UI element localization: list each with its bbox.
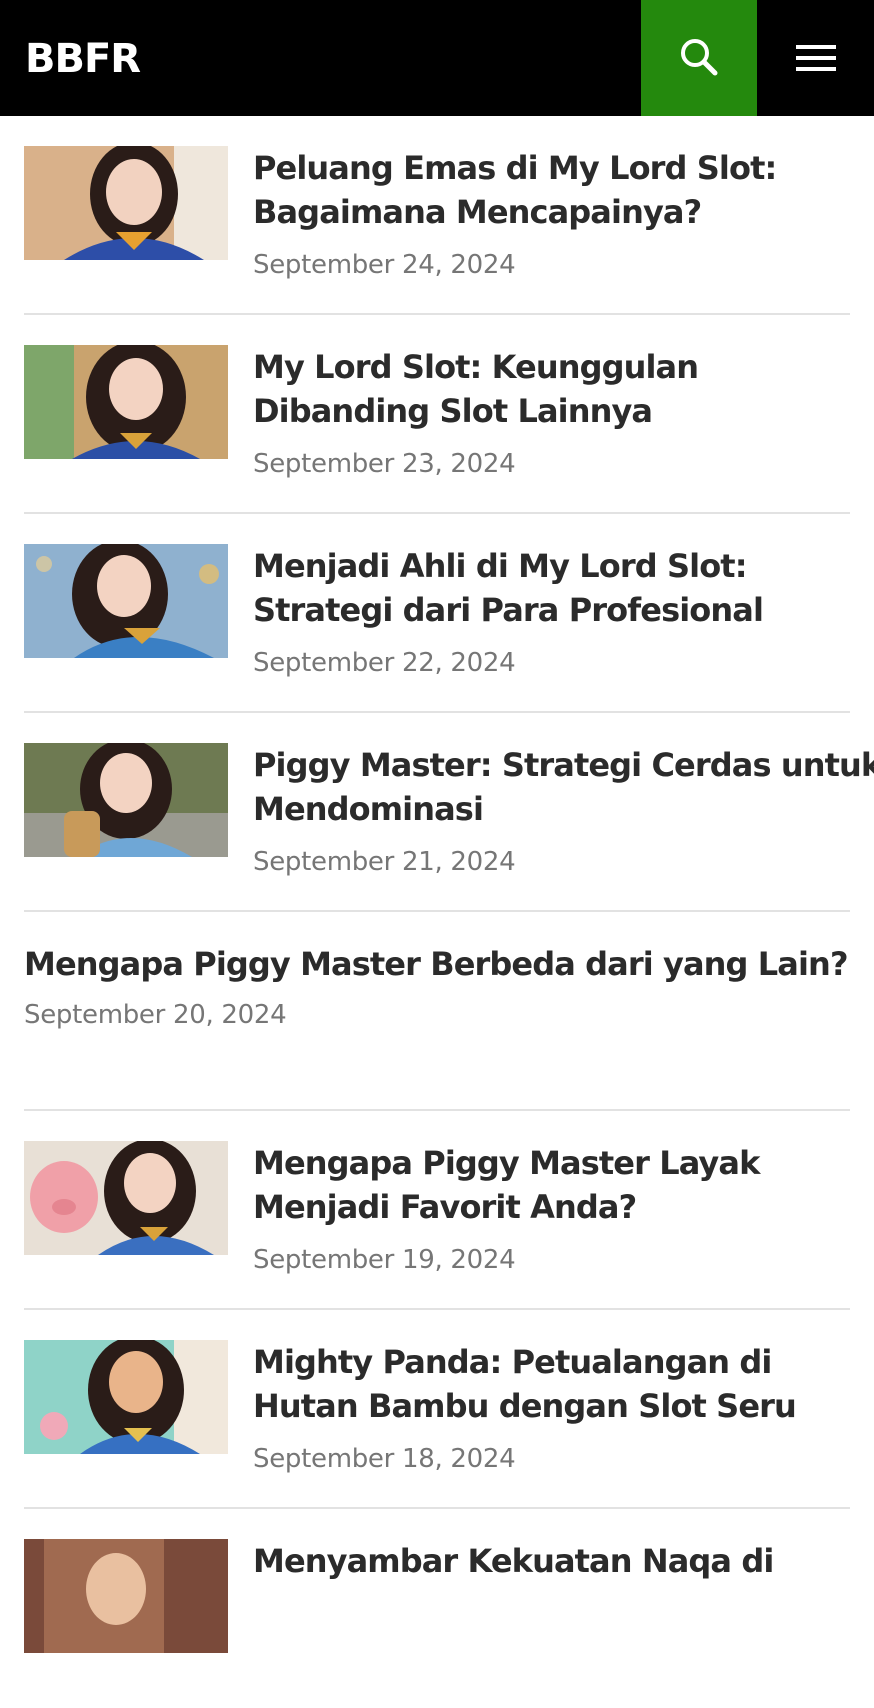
post-title-line-1: Piggy Master: Strategi Cerdas untuk <box>253 746 874 784</box>
post-date[interactable]: September 24, 2024 <box>253 248 516 282</box>
post-thumbnail[interactable] <box>24 345 228 459</box>
post-item: Mengapa Piggy Master Berbeda dari yang L… <box>24 912 850 1111</box>
post-title[interactable]: Mengapa Piggy Master Berbeda dari yang L… <box>24 942 849 986</box>
thumbnail-image <box>24 1539 228 1653</box>
thumbnail-image <box>24 544 228 658</box>
post-item: Menyambar Kekuatan Naqa di <box>24 1509 850 1708</box>
post-title[interactable]: Menjadi Ahli di My Lord Slot: Strategi d… <box>253 544 853 632</box>
thumbnail-image <box>24 1340 228 1454</box>
post-date[interactable]: September 20, 2024 <box>24 998 287 1032</box>
menu-toggle-button[interactable] <box>757 0 874 116</box>
post-title-line-1: My Lord Slot: Keunggulan <box>253 348 699 386</box>
post-date[interactable]: September 18, 2024 <box>253 1442 516 1476</box>
post-thumbnail[interactable] <box>24 146 228 260</box>
post-item: Mighty Panda: Petualangan di Hutan Bambu… <box>24 1310 850 1509</box>
post-title[interactable]: Mighty Panda: Petualangan di Hutan Bambu… <box>253 1340 853 1428</box>
post-item: My Lord Slot: Keunggulan Dibanding Slot … <box>24 315 850 514</box>
post-title-line-1: Mengapa Piggy Master Berbeda dari yang L… <box>24 945 849 983</box>
post-title-line-1: Peluang Emas di My Lord Slot: <box>253 149 777 187</box>
post-thumbnail[interactable] <box>24 743 228 857</box>
post-title-line-2: Hutan Bambu dengan Slot Seru <box>253 1387 797 1425</box>
post-item: Menjadi Ahli di My Lord Slot: Strategi d… <box>24 514 850 713</box>
post-thumbnail[interactable] <box>24 1340 228 1454</box>
post-date[interactable]: September 22, 2024 <box>253 646 516 680</box>
thumbnail-image <box>24 146 228 260</box>
post-title[interactable]: Peluang Emas di My Lord Slot: Bagaimana … <box>253 146 853 234</box>
thumbnail-image <box>24 743 228 857</box>
post-item: Piggy Master: Strategi Cerdas untuk Mend… <box>24 713 874 912</box>
post-date[interactable]: September 21, 2024 <box>253 845 516 879</box>
post-date[interactable]: September 23, 2024 <box>253 447 516 481</box>
site-header: BBFR <box>0 0 874 116</box>
post-item: Mengapa Piggy Master Layak Menjadi Favor… <box>24 1111 850 1310</box>
post-title-line-1: Mighty Panda: Petualangan di <box>253 1343 772 1381</box>
post-thumbnail[interactable] <box>24 544 228 658</box>
post-item: Peluang Emas di My Lord Slot: Bagaimana … <box>24 116 850 315</box>
post-date[interactable]: September 19, 2024 <box>253 1243 516 1277</box>
post-title[interactable]: My Lord Slot: Keunggulan Dibanding Slot … <box>253 345 853 433</box>
site-title[interactable]: BBFR <box>25 34 141 84</box>
post-thumbnail[interactable] <box>24 1539 228 1653</box>
post-title[interactable]: Piggy Master: Strategi Cerdas untuk Mend… <box>253 743 874 831</box>
post-thumbnail[interactable] <box>24 1141 228 1255</box>
search-icon <box>681 39 718 76</box>
post-title[interactable]: Menyambar Kekuatan Naqa di <box>253 1539 853 1583</box>
post-title[interactable]: Mengapa Piggy Master Layak Menjadi Favor… <box>253 1141 853 1229</box>
thumbnail-image <box>24 1141 228 1255</box>
post-title-line-2: Strategi dari Para Profesional <box>253 591 764 629</box>
post-title-line-1: Mengapa Piggy Master Layak <box>253 1144 760 1182</box>
post-title-line-2: Dibanding Slot Lainnya <box>253 392 653 430</box>
post-title-line-1: Menyambar Kekuatan Naqa di <box>253 1542 774 1580</box>
post-title-line-2: Mendominasi <box>253 790 484 828</box>
search-toggle-button[interactable] <box>641 0 757 116</box>
post-title-line-1: Menjadi Ahli di My Lord Slot: <box>253 547 747 585</box>
hamburger-menu-icon <box>796 45 836 71</box>
post-title-line-2: Menjadi Favorit Anda? <box>253 1188 637 1226</box>
post-title-line-2: Bagaimana Mencapainya? <box>253 193 702 231</box>
thumbnail-image <box>24 345 228 459</box>
